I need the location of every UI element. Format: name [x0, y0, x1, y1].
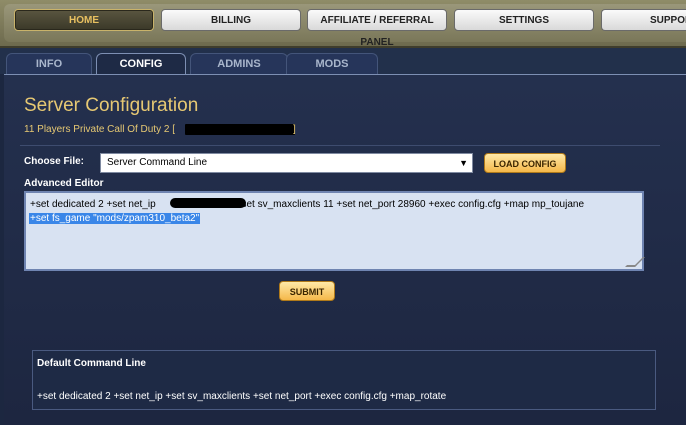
page-subtitle-end: ]: [293, 124, 296, 135]
nav-affiliate-button[interactable]: AFFILIATE / REFERRAL PANEL: [307, 9, 447, 48]
header-divider: [20, 145, 660, 146]
file-select[interactable]: Server Command Line ▼: [100, 153, 473, 173]
editor-line-1-end: +set sv_maxclients 11 +set net_port 2896…: [235, 199, 585, 210]
resize-handle-icon[interactable]: [625, 257, 645, 267]
load-config-button[interactable]: LOAD CONFIG: [484, 153, 566, 173]
submit-button[interactable]: SUBMIT: [279, 281, 335, 301]
tab-admins[interactable]: ADMINS: [190, 53, 288, 74]
file-select-value: Server Command Line: [107, 157, 208, 168]
nav-settings-button[interactable]: SETTINGS: [454, 9, 594, 31]
tab-config[interactable]: CONFIG: [96, 53, 186, 74]
default-command-line-text: +set dedicated 2 +set net_ip +set sv_max…: [37, 391, 447, 402]
default-command-line-title: Default Command Line: [37, 358, 146, 369]
advanced-editor-label: Advanced Editor: [24, 178, 104, 189]
nav-support-button[interactable]: SUPPOR: [601, 9, 686, 31]
tab-mods[interactable]: MODS: [286, 53, 378, 74]
page-title: Server Configuration: [24, 95, 199, 116]
chevron-down-icon: ▼: [459, 158, 468, 168]
nav-billing-button[interactable]: BILLING: [161, 9, 301, 31]
advanced-editor-textarea[interactable]: +set dedicated 2 +set net_ip +set sv_maxc…: [24, 191, 645, 271]
nav-support-label: SUPPOR: [650, 15, 686, 26]
editor-line-1-start: +set dedicated 2 +set net_ip: [30, 199, 156, 210]
default-command-line-panel: Default Command Line +set dedicated 2 +s…: [32, 350, 656, 410]
redacted-ip-address: [170, 198, 246, 208]
redacted-server-address: [185, 124, 295, 135]
choose-file-label: Choose File:: [24, 156, 85, 167]
editor-line-1: +set dedicated 2 +set net_ip +set sv_maxc…: [30, 199, 584, 210]
tab-info[interactable]: INFO: [6, 53, 92, 74]
page-subtitle: 11 Players Private Call Of Duty 2 [: [24, 124, 175, 135]
nav-home-button[interactable]: HOME: [14, 9, 154, 31]
editor-line-2-selected: +set fs_game "mods/zpam310_beta2": [29, 213, 201, 224]
